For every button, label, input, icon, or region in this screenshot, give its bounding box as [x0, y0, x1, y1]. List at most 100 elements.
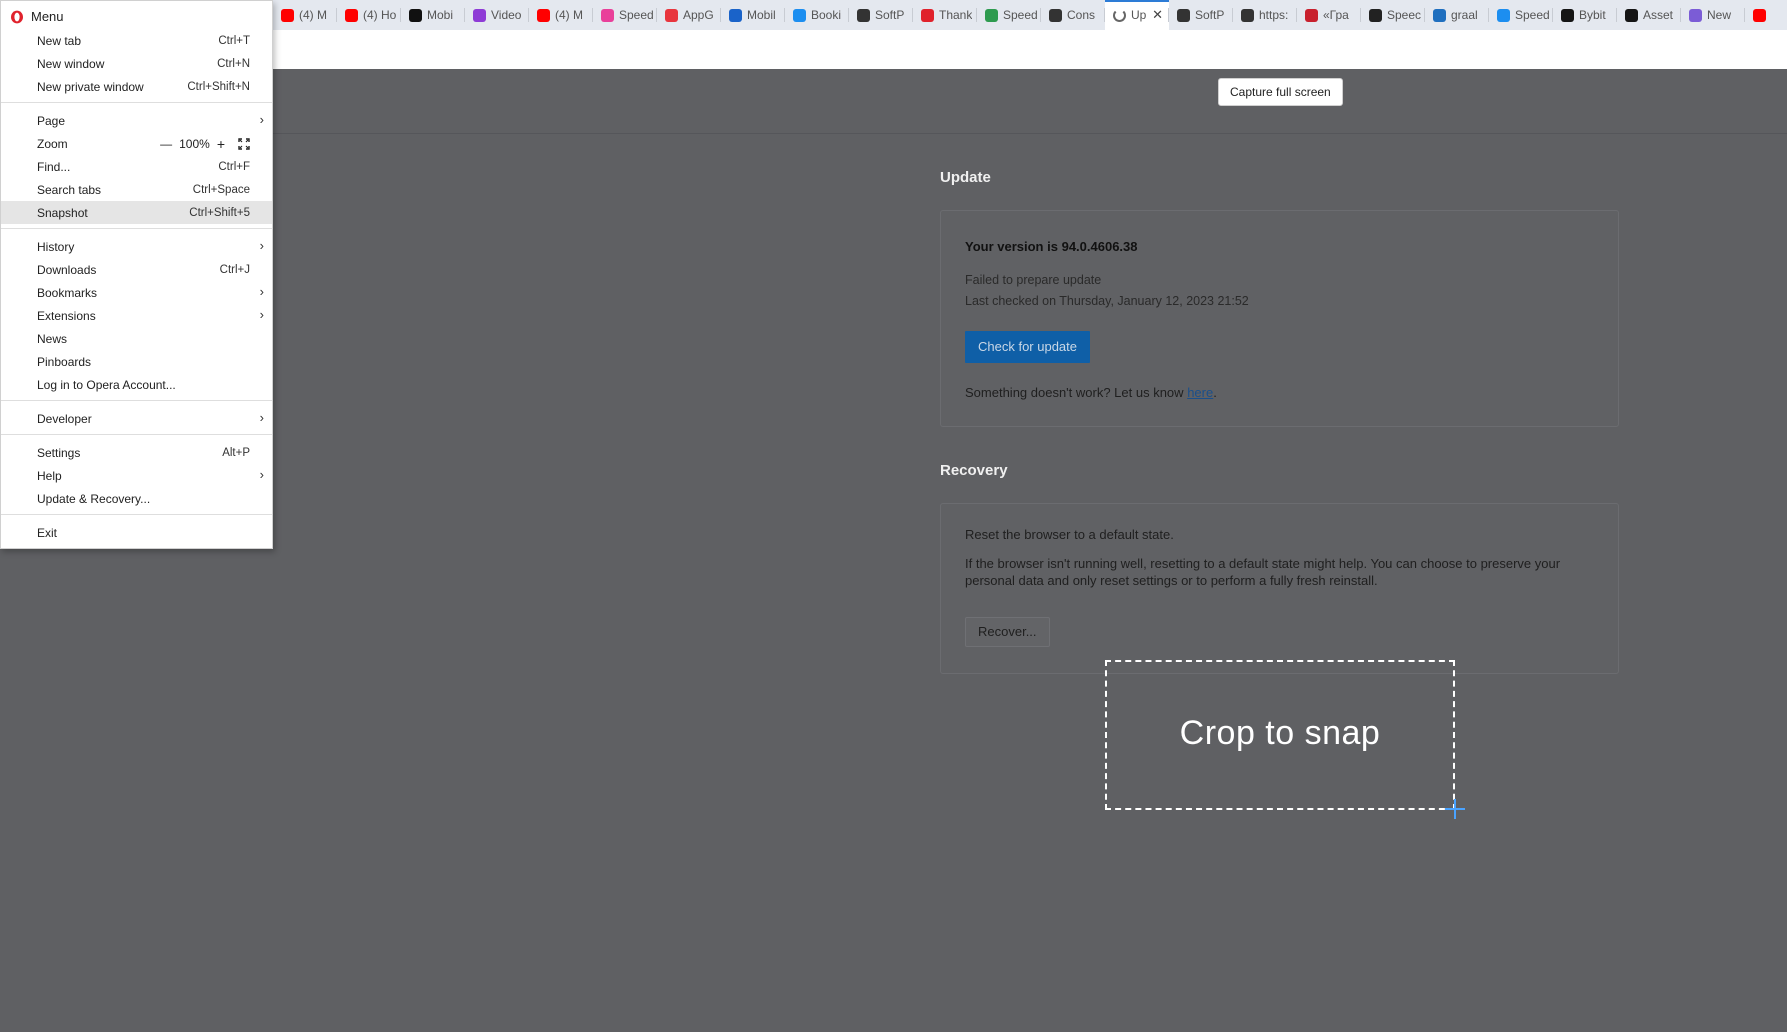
menu-item-extensions[interactable]: Extensions ›: [1, 304, 272, 327]
chevron-right-icon: ›: [259, 467, 264, 482]
menu-item-shortcut: Ctrl+Shift+N: [187, 80, 250, 93]
tab[interactable]: Booki: [785, 0, 849, 30]
chevron-right-icon: ›: [259, 410, 264, 425]
youtube-icon: [281, 8, 294, 22]
zoom-in-button[interactable]: +: [217, 136, 225, 152]
menu-item-page[interactable]: Page ›: [1, 109, 272, 132]
tab-title: SoftP: [1195, 8, 1225, 22]
tab-title: SoftP: [875, 8, 905, 22]
tab-title: New: [1707, 8, 1732, 22]
menu-item-news[interactable]: News: [1, 327, 272, 350]
menu-item-history[interactable]: History ›: [1, 235, 272, 258]
recover-button[interactable]: Recover...: [965, 617, 1050, 647]
menu-item-new-window[interactable]: New window Ctrl+N: [1, 52, 272, 75]
youtube-icon: [345, 8, 358, 22]
crop-to-snap-label: Crop to snap: [1179, 714, 1381, 752]
tab-title: Booki: [811, 8, 842, 22]
tab-title: (4) M: [299, 8, 327, 22]
menu-item-search-tabs[interactable]: Search tabs Ctrl+Space: [1, 178, 272, 201]
crosshair-cursor-icon: [1445, 799, 1465, 819]
menu-item-developer[interactable]: Developer ›: [1, 407, 272, 430]
tab[interactable]: SoftP: [1169, 0, 1233, 30]
menu-item-shortcut: Ctrl+N: [217, 57, 250, 70]
last-checked: Last checked on Thursday, January 12, 20…: [965, 294, 1249, 308]
menu-item-log-in[interactable]: Log in to Opera Account...: [1, 373, 272, 396]
close-tab-icon[interactable]: ✕: [1152, 7, 1163, 23]
menu-item-bookmarks[interactable]: Bookmarks ›: [1, 281, 272, 304]
menu-item-exit[interactable]: Exit: [1, 521, 272, 544]
menu-divider: [1, 102, 272, 103]
tab[interactable]: Thank: [913, 0, 977, 30]
ai-icon: [1689, 8, 1702, 22]
menu-item-label: Help: [37, 468, 62, 483]
malwarebytes-icon: [729, 8, 742, 22]
check-for-update-button[interactable]: Check for update: [965, 331, 1091, 363]
menu-item-label: Settings: [37, 445, 81, 460]
tab[interactable]: [1745, 0, 1787, 30]
feedback-here-link[interactable]: here: [1187, 385, 1213, 400]
tab[interactable]: «Гра: [1297, 0, 1361, 30]
menu-item-label: News: [37, 331, 68, 346]
tab[interactable]: https:: [1233, 0, 1297, 30]
menu-item-label: Pinboards: [37, 354, 92, 369]
tab[interactable]: SoftP: [849, 0, 913, 30]
zoom-controls: — 100% +: [160, 136, 250, 152]
menu-divider: [1, 400, 272, 401]
tab[interactable]: Speed: [977, 0, 1041, 30]
tab[interactable]: graal: [1425, 0, 1489, 30]
tab-title: Video: [491, 8, 522, 22]
amazon-icon: [1369, 8, 1382, 22]
tab[interactable]: Speed: [1489, 0, 1553, 30]
update-section-title: Update: [940, 169, 991, 186]
menu-item-new-private-window[interactable]: New private window Ctrl+Shift+N: [1, 75, 272, 98]
tab-title: (4) M: [555, 8, 583, 22]
speedtest-icon: [601, 8, 614, 22]
tab[interactable]: AppG: [657, 0, 721, 30]
softpedia-icon: [1241, 8, 1254, 22]
tab-title: Cons: [1067, 8, 1096, 22]
youtube-icon: [1753, 8, 1766, 22]
crop-selection-area[interactable]: Crop to snap: [1105, 660, 1455, 810]
tab[interactable]: Mobi: [401, 0, 465, 30]
tab[interactable]: New: [1681, 0, 1745, 30]
tab[interactable]: (4) M: [529, 0, 593, 30]
menu-item-snapshot[interactable]: Snapshot Ctrl+Shift+5: [1, 201, 272, 224]
tab[interactable]: Speed: [593, 0, 657, 30]
tab[interactable]: Asset: [1617, 0, 1681, 30]
menu-item-label: History: [37, 239, 75, 254]
menu-item-downloads[interactable]: Downloads Ctrl+J: [1, 258, 272, 281]
tab[interactable]: Cons: [1041, 0, 1105, 30]
edge-icon: [1433, 8, 1446, 22]
zoom-level: 100%: [179, 136, 210, 151]
menu-item-pinboards[interactable]: Pinboards: [1, 350, 272, 373]
fullscreen-icon[interactable]: [238, 137, 250, 150]
tab-title: Speed: [1003, 8, 1038, 22]
zoom-out-button[interactable]: —: [160, 137, 172, 151]
tab[interactable]: Video: [465, 0, 529, 30]
tab[interactable]: (4) M: [273, 0, 337, 30]
menu-item-settings[interactable]: Settings Alt+P: [1, 441, 272, 464]
menu-item-label: New tab: [37, 33, 82, 48]
opera-logo-icon: [11, 10, 23, 23]
tab[interactable]: Bybit: [1553, 0, 1617, 30]
menu-item-help[interactable]: Help ›: [1, 464, 272, 487]
tab[interactable]: (4) Ho: [337, 0, 401, 30]
feedback-line: Something doesn't work? Let us know here…: [965, 385, 1217, 400]
menu-item-shortcut: Alt+P: [222, 446, 250, 459]
tab[interactable]: Mobil: [721, 0, 785, 30]
menu-item-find[interactable]: Find... Ctrl+F: [1, 155, 272, 178]
google-play-icon: [985, 8, 998, 22]
tab-active[interactable]: Up ✕: [1105, 0, 1169, 30]
menu-divider: [1, 434, 272, 435]
menu-item-update-recovery[interactable]: Update & Recovery...: [1, 487, 272, 510]
tab-title: Mobil: [747, 8, 776, 22]
menu-item-label: Search tabs: [37, 182, 102, 197]
menu-header[interactable]: Menu: [10, 9, 64, 24]
appgallery-icon: [665, 8, 678, 22]
loading-icon: [1113, 8, 1126, 22]
tab-title: Mobi: [427, 8, 454, 22]
tab[interactable]: Speec: [1361, 0, 1425, 30]
capture-full-screen-button[interactable]: Capture full screen: [1218, 78, 1343, 106]
update-status: Failed to prepare update: [965, 273, 1102, 287]
menu-item-new-tab[interactable]: New tab Ctrl+T: [1, 29, 272, 52]
